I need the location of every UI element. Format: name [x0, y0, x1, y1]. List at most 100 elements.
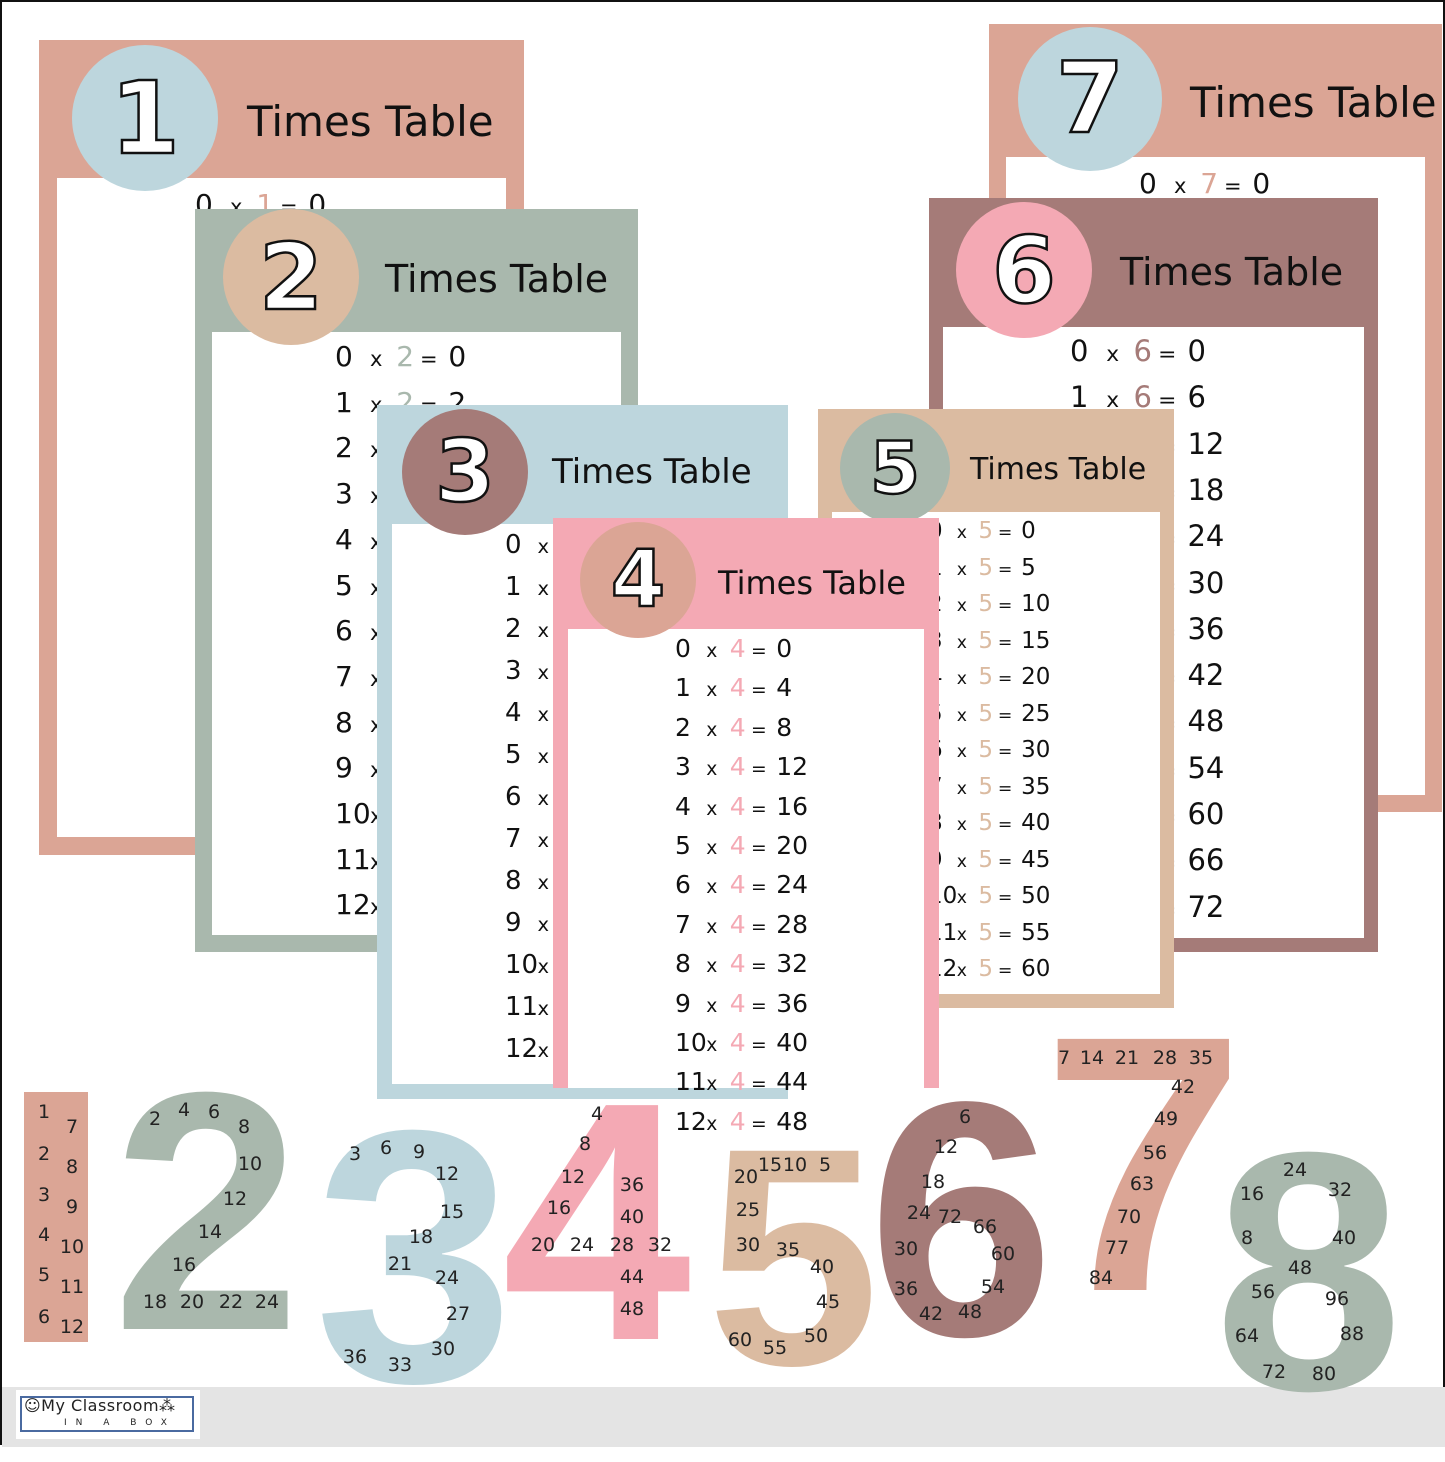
equals-sign: =	[750, 798, 767, 820]
multiplier: 6	[505, 782, 522, 812]
equals-sign: =	[750, 641, 767, 662]
times-sign: x	[956, 669, 967, 689]
factor: 5	[978, 773, 993, 800]
equals-sign: =	[997, 851, 1013, 872]
result: 18	[1187, 472, 1225, 507]
multiple-label: 25	[735, 1199, 761, 1221]
multiple-label: 15	[439, 1201, 465, 1223]
multiplier: 0	[335, 340, 353, 373]
times-sign: x	[956, 851, 967, 872]
multiple-label: 24	[254, 1291, 280, 1313]
multiple-label: 6	[207, 1101, 221, 1123]
result: 20	[1021, 664, 1051, 690]
multiple-label: 42	[918, 1303, 944, 1325]
equation-row: 10x 4 = 40	[675, 1028, 808, 1057]
result: 16	[776, 791, 809, 821]
result: 48	[1187, 704, 1225, 739]
multiple-label: 20	[530, 1234, 556, 1256]
factor: 5	[978, 700, 993, 727]
multiple-label: 24	[1282, 1159, 1308, 1181]
multiplier: 0	[675, 634, 691, 663]
factor: 4	[729, 634, 746, 663]
multiple-label: 9	[65, 1196, 79, 1218]
factor: 5	[978, 810, 993, 836]
times-sign: x	[706, 680, 718, 702]
multiple-label: 18	[142, 1291, 168, 1313]
result: 45	[1021, 846, 1051, 873]
factor: 4	[729, 870, 746, 900]
equation-row: 1x5=5	[928, 555, 1036, 581]
multiple-label: 16	[546, 1197, 572, 1219]
factor: 5	[978, 919, 993, 946]
multiplier: 3	[335, 477, 353, 511]
times-sign: x	[706, 641, 718, 662]
multiple-label: 42	[1170, 1076, 1196, 1098]
multiple-label: 24	[906, 1202, 932, 1224]
result: 50	[1021, 883, 1051, 909]
equals-sign: =	[997, 888, 1013, 908]
result: 0	[1187, 334, 1206, 368]
times-sign: x	[706, 719, 718, 741]
factor: 4	[729, 712, 746, 742]
multiple-label: 96	[1324, 1288, 1350, 1310]
result: 25	[1021, 700, 1051, 727]
card-title: Times Table	[718, 564, 906, 602]
equals-sign: =	[997, 815, 1013, 835]
multiplier: 2	[675, 712, 691, 742]
times-sign: x	[370, 347, 383, 371]
factor: 5	[978, 554, 993, 581]
result: 24	[1187, 519, 1225, 554]
multiple-label: 18	[408, 1226, 434, 1248]
equation-row: 1 x 4 = 4	[675, 673, 792, 702]
multiplier: 5	[675, 831, 691, 860]
factor: 5	[978, 737, 993, 763]
times-sign: x	[706, 838, 718, 859]
multiple-label: 48	[957, 1301, 983, 1323]
factor: 4	[729, 949, 746, 979]
multiplier: 2	[505, 614, 522, 644]
number-badge: 2	[223, 209, 359, 345]
multiplier: 4	[675, 791, 691, 821]
multiple-label: 64	[1234, 1325, 1260, 1347]
times-sign: x	[956, 705, 967, 726]
multiple-label: 21	[387, 1253, 413, 1275]
result: 8	[776, 712, 793, 742]
multiple-label: 8	[237, 1116, 251, 1138]
multiplier: 6	[675, 870, 691, 900]
times-sign: x	[956, 632, 967, 653]
equation-row: 6x5=30	[928, 737, 1050, 763]
equals-sign: =	[997, 596, 1013, 616]
multiple-label: 2	[148, 1108, 162, 1130]
card-title: Times Table	[1120, 250, 1344, 294]
multiple-label: 36	[342, 1346, 368, 1368]
multiplier: 0	[505, 530, 522, 560]
equals-sign: =	[997, 523, 1013, 543]
multiple-label: 32	[647, 1234, 673, 1256]
multiple-label: 36	[619, 1174, 645, 1196]
multiplier: 9	[335, 751, 353, 785]
result: 36	[1187, 611, 1225, 646]
multiple-label: 44	[619, 1266, 645, 1288]
result: 42	[1187, 658, 1225, 693]
result: 0	[1252, 167, 1271, 200]
times-sign: x	[956, 742, 967, 762]
big-digit-3: 3	[314, 1056, 515, 1458]
equation-row: 4x5=20	[928, 664, 1050, 690]
multiple-label: 72	[937, 1206, 963, 1228]
times-sign: x	[1174, 174, 1187, 198]
result: 20	[776, 831, 809, 860]
factor: 2	[396, 340, 415, 373]
equals-sign: =	[997, 559, 1013, 580]
equals-sign: =	[997, 742, 1013, 762]
multiplier: 12	[335, 888, 371, 922]
multiple-label: 6	[958, 1106, 972, 1128]
multiple-label: 1	[37, 1101, 51, 1123]
result: 35	[1021, 773, 1051, 800]
multiple-label: 35	[1188, 1047, 1214, 1069]
equation-row: 0 x 4 = 0	[675, 634, 792, 663]
multiplier: 10	[505, 950, 539, 980]
multiple-label: 48	[619, 1298, 645, 1320]
multiple-label: 30	[735, 1234, 761, 1256]
equation-row: 10x 5 = 50	[928, 883, 1050, 909]
multiplier: 5	[335, 568, 353, 602]
